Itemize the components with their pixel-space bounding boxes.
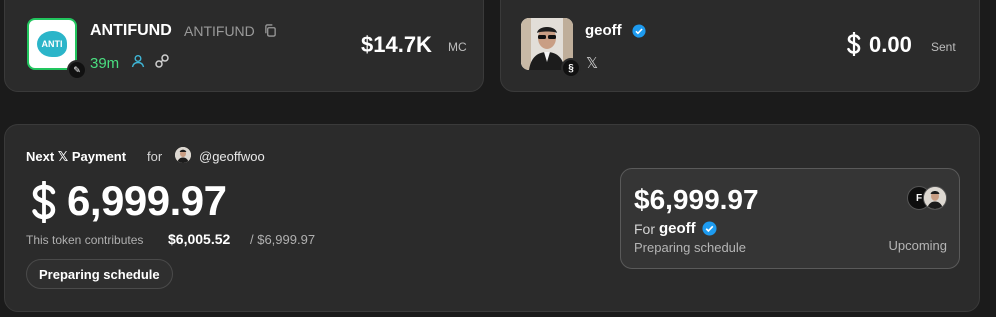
schedule-status: Preparing schedule (634, 240, 747, 255)
market-cap-value: $14.7K (361, 32, 432, 57)
creator-name[interactable]: geoff (585, 22, 622, 39)
market-cap-label: MC (448, 40, 467, 54)
verified-badge-icon (702, 221, 717, 236)
schedule-for-label: For (634, 221, 655, 237)
token-logo-mark: ANTI (37, 31, 67, 57)
preparing-schedule-button[interactable]: Preparing schedule (26, 259, 173, 289)
pencil-icon: ✎ (67, 60, 87, 80)
schedule-state: Upcoming (888, 238, 947, 253)
payment-amount: 6,999.97 (67, 177, 227, 224)
contribution-label: This token contributes (26, 233, 144, 247)
creator-card[interactable]: § geoff 𝕏 0.00 Sent (500, 0, 980, 92)
sent-value: 0.00 (869, 32, 912, 57)
copy-icon[interactable] (264, 24, 277, 37)
platform-badge-icon: § (561, 58, 581, 78)
for-label: for (147, 149, 163, 164)
token-ticker: ANTIFUND (184, 23, 255, 39)
dollar-icon (847, 32, 861, 56)
contribution-value: $6,005.52 (168, 231, 231, 247)
schedule-amount: $6,999.97 (634, 184, 759, 215)
contribution-total: / $6,999.97 (250, 232, 316, 247)
recipient-handle[interactable]: @geoffwoo (199, 149, 265, 164)
token-card[interactable]: ANTI ✎ ANTIFUND ANTIFUND 39m $14.7K MC (4, 0, 484, 92)
x-icon[interactable]: 𝕏 (586, 54, 598, 72)
verified-badge-icon (632, 24, 646, 38)
token-name: ANTIFUND (90, 22, 172, 39)
next-payment-card: Next 𝕏 Payment for @geoffwoo 6,999.97 Th… (4, 124, 980, 312)
link-icon[interactable] (155, 54, 169, 68)
recipient-avatar (175, 147, 191, 163)
schedule-recipient: geoff (659, 220, 696, 237)
recipient-mini-avatar (923, 186, 947, 210)
next-payment-title: Next 𝕏 Payment (26, 149, 127, 164)
schedule-card[interactable]: $6,999.97 For geoff Preparing schedule U… (620, 168, 960, 269)
token-age: 39m (90, 55, 120, 72)
sent-label: Sent (931, 40, 956, 54)
dollar-icon (32, 181, 56, 223)
user-icon[interactable] (131, 54, 145, 68)
